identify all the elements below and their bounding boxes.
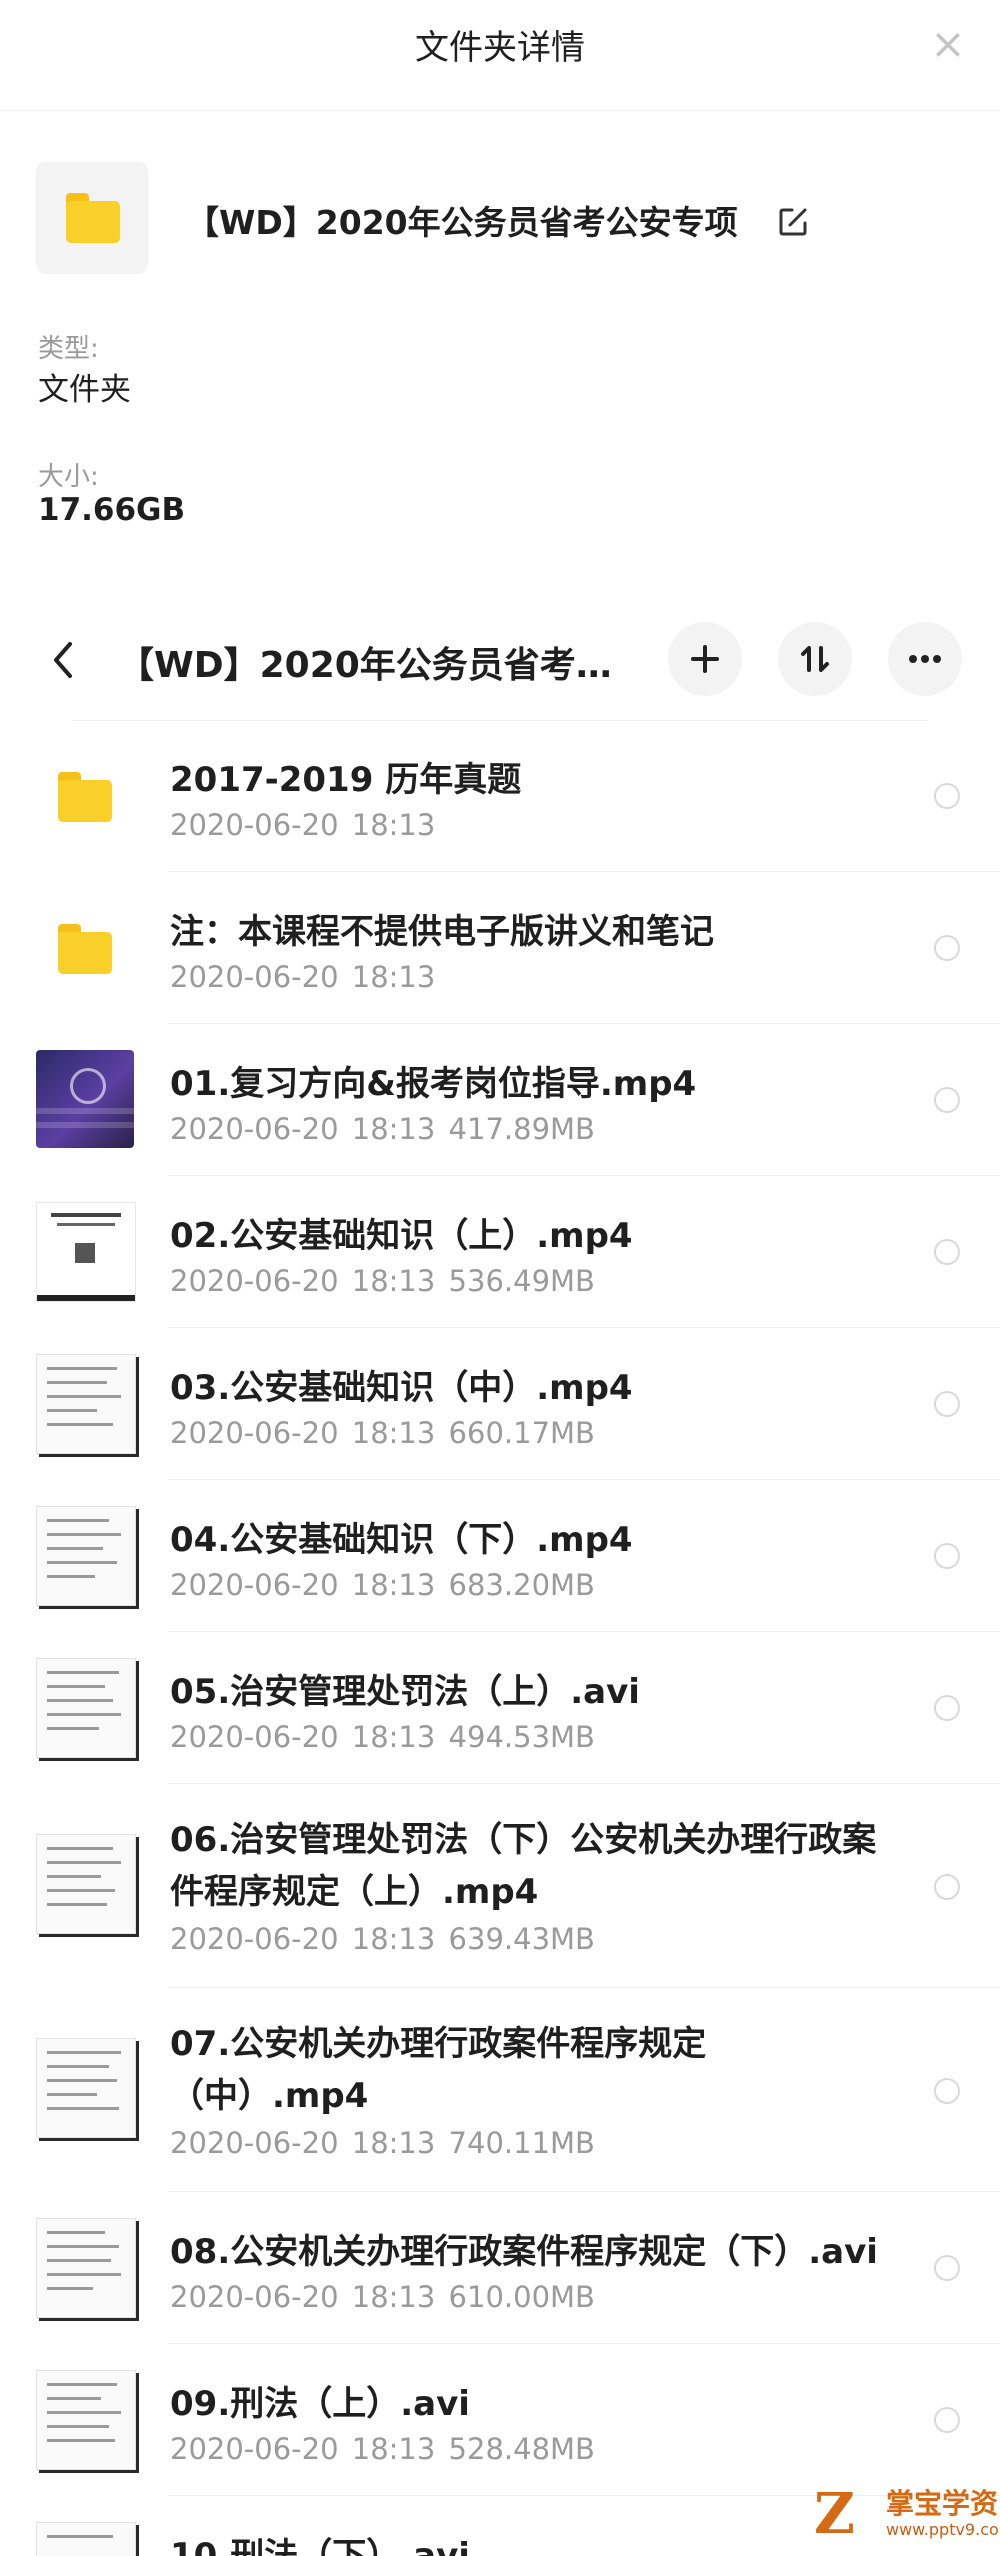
video-thumbnail: [36, 1658, 136, 1758]
type-value: 文件夹: [38, 372, 131, 408]
item-meta: 2020-06-20 18:13: [170, 960, 436, 994]
dialog-header: 文件夹详情 ×: [0, 0, 1000, 111]
watermark-logo-icon: Z: [814, 2481, 855, 2547]
video-thumbnail: [36, 1834, 136, 1934]
size-value: 17.66GB: [38, 492, 186, 528]
video-thumbnail: [36, 1354, 136, 1454]
dialog-title: 文件夹详情: [415, 28, 585, 68]
item-meta: 2020-06-20 18:13 660.17MB: [170, 1416, 595, 1450]
toolbar-folder-title: 【WD】2020年公务员省考公安专项: [118, 645, 638, 686]
list-item[interactable]: 07.公安机关办理行政案件程序规定（中）.mp4 2020-06-20 18:1…: [0, 1988, 1000, 2192]
select-radio[interactable]: [934, 1543, 960, 1569]
item-title: 05.治安管理处罚法（上）.avi: [170, 1672, 640, 1712]
list-item[interactable]: 06.治安管理处罚法（下）公安机关办理行政案件程序规定（上）.mp4 2020-…: [0, 1784, 1000, 1988]
select-radio[interactable]: [934, 1874, 960, 1900]
select-radio[interactable]: [934, 1391, 960, 1417]
select-radio[interactable]: [934, 783, 960, 809]
list-item[interactable]: 02.公安基础知识（上）.mp4 2020-06-20 18:13 536.49…: [0, 1176, 1000, 1328]
item-title: 03.公安基础知识（中）.mp4: [170, 1368, 633, 1408]
list-item[interactable]: 08.公安机关办理行政案件程序规定（下）.avi 2020-06-20 18:1…: [0, 2192, 1000, 2344]
video-thumbnail: [36, 2218, 136, 2318]
video-thumbnail: [36, 1202, 136, 1302]
item-meta: 2020-06-20 18:13 494.53MB: [170, 1720, 595, 1754]
select-radio[interactable]: [934, 1087, 960, 1113]
item-title: 02.公安基础知识（上）.mp4: [170, 1216, 633, 1256]
sort-button[interactable]: [778, 622, 852, 696]
item-title: 06.治安管理处罚法（下）公安机关办理行政案件程序规定（上）.mp4: [170, 1820, 877, 1912]
select-radio[interactable]: [934, 2407, 960, 2433]
sort-icon: [801, 646, 829, 672]
folder-icon: [58, 772, 112, 822]
folder-name: 【WD】2020年公务员省考公安专项: [186, 203, 738, 242]
size-label: 大小:: [38, 462, 99, 492]
item-title: 01.复习方向&报考岗位指导.mp4: [170, 1064, 697, 1104]
item-meta: 2020-06-20 18:13 683.20MB: [170, 1568, 595, 1602]
item-title: 07.公安机关办理行政案件程序规定（中）.mp4: [170, 2024, 707, 2116]
type-label: 类型:: [38, 334, 99, 364]
video-thumbnail: [36, 1506, 136, 1606]
more-button[interactable]: [888, 622, 962, 696]
select-radio[interactable]: [934, 935, 960, 961]
watermark-url: www.pptv9.com: [886, 2520, 1000, 2539]
item-title: 04.公安基础知识（下）.mp4: [170, 1520, 633, 1560]
video-thumbnail: [36, 2038, 136, 2138]
list-item[interactable]: 注：本课程不提供电子版讲义和笔记 2020-06-20 18:13: [0, 872, 1000, 1024]
item-title: 注：本课程不提供电子版讲义和笔记: [170, 912, 714, 952]
add-button[interactable]: [668, 622, 742, 696]
item-meta: 2020-06-20 18:13: [170, 808, 436, 842]
item-title: 09.刑法（上）.avi: [170, 2384, 470, 2424]
item-title: 08.公安机关办理行政案件程序规定（下）.avi: [170, 2232, 878, 2272]
item-meta: 2020-06-20 18:13 610.00MB: [170, 2280, 595, 2314]
list-item[interactable]: 03.公安基础知识（中）.mp4 2020-06-20 18:13 660.17…: [0, 1328, 1000, 1480]
select-radio[interactable]: [934, 2255, 960, 2281]
item-meta: 2020-06-20 18:13 740.11MB: [170, 2126, 595, 2160]
more-icon: [909, 655, 941, 663]
list-item[interactable]: 05.治安管理处罚法（上）.avi 2020-06-20 18:13 494.5…: [0, 1632, 1000, 1784]
item-meta: 2020-06-20 18:13 528.48MB: [170, 2432, 595, 2466]
select-radio[interactable]: [934, 2078, 960, 2104]
folder-toolbar: 【WD】2020年公务员省考公安专项: [0, 600, 1000, 720]
folder-icon: [66, 193, 120, 243]
select-radio[interactable]: [934, 1695, 960, 1721]
item-meta: 2020-06-20 18:13 417.89MB: [170, 1112, 595, 1146]
watermark-text: 掌宝学资网: [886, 2487, 1000, 2520]
video-thumbnail: [36, 2522, 136, 2556]
edit-icon[interactable]: [776, 205, 810, 239]
item-meta: 2020-06-20 18:13 639.43MB: [170, 1922, 595, 1956]
list-item[interactable]: 04.公安基础知识（下）.mp4 2020-06-20 18:13 683.20…: [0, 1480, 1000, 1632]
folder-icon: [58, 924, 112, 974]
video-thumbnail: [36, 1050, 134, 1148]
item-title: 10.刑法（下）.avi: [170, 2536, 470, 2556]
plus-icon: [691, 645, 719, 673]
list-item[interactable]: 01.复习方向&报考岗位指导.mp4 2020-06-20 18:13 417.…: [0, 1024, 1000, 1176]
watermark: Z 掌宝学资网 www.pptv9.com: [808, 2472, 1000, 2552]
list-item[interactable]: 2017-2019 历年真题 2020-06-20 18:13: [0, 720, 1000, 872]
back-icon[interactable]: [44, 630, 80, 690]
item-title: 2017-2019 历年真题: [170, 760, 522, 800]
item-meta: 2020-06-20 18:13 536.49MB: [170, 1264, 595, 1298]
select-radio[interactable]: [934, 1239, 960, 1265]
folder-thumbnail: [36, 162, 148, 274]
close-button[interactable]: ×: [926, 22, 970, 66]
video-thumbnail: [36, 2370, 136, 2470]
